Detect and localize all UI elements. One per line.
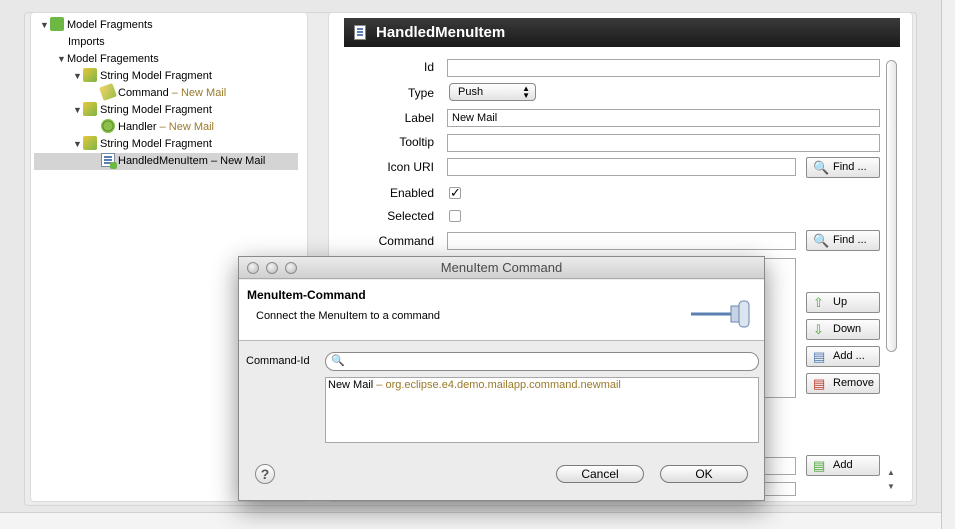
tooltip-label: Tooltip <box>399 135 434 149</box>
magnifier-icon: 🔍 <box>813 233 830 248</box>
editor-title: HandledMenuItem <box>376 24 506 41</box>
tree-node-string-fragment-1[interactable]: ▼ String Model Fragment <box>73 68 212 85</box>
list-item[interactable]: New Mail – org.eclipse.e4.demo.mailapp.c… <box>328 379 621 391</box>
add-list-icon: ▤ <box>813 349 826 364</box>
updown-arrows-icon: ▲ ▼ <box>522 84 530 100</box>
scroll-up-arrow-icon[interactable]: ▲ <box>887 468 895 477</box>
command-field[interactable] <box>447 232 796 250</box>
fragment-icon <box>83 102 97 116</box>
tree-label: Model Fragements <box>67 53 159 65</box>
tree-node-model-fragements[interactable]: ▼Model Fragements <box>57 51 159 68</box>
tree-label: Command <box>118 87 169 99</box>
dialog-heading: MenuItem-Command <box>247 288 366 302</box>
add-dots-button[interactable]: ▤ Add ... <box>806 346 880 367</box>
command-results-list[interactable]: New Mail – org.eclipse.e4.demo.mailapp.c… <box>325 377 759 443</box>
dialog-title: MenuItem Command <box>440 260 563 275</box>
tree-label: String Model Fragment <box>100 70 212 82</box>
tree-label: HandledMenuItem <box>118 155 208 167</box>
menu-item-icon <box>101 153 117 169</box>
type-select[interactable]: Push ▲ ▼ <box>449 83 536 101</box>
label-label: Label <box>404 111 434 125</box>
tree-node-handler[interactable]: Handler – New Mail <box>101 119 214 136</box>
fragment-icon <box>83 136 97 150</box>
tree-label: String Model Fragment <box>100 138 212 150</box>
enabled-checkbox[interactable]: ✓ <box>449 186 461 199</box>
help-button[interactable]: ? <box>255 464 275 484</box>
label-field[interactable]: New Mail <box>447 109 880 127</box>
expanded-triangle-icon[interactable]: ▼ <box>40 17 50 34</box>
tree-node-string-fragment-3[interactable]: ▼ String Model Fragment <box>73 136 212 153</box>
magnifier-icon: 🔍 <box>813 160 830 175</box>
window-edge <box>941 0 955 529</box>
gear-icon <box>101 119 115 133</box>
up-button[interactable]: ⇧ Up <box>806 292 880 313</box>
dialog-description: Connect the MenuItem to a command <box>256 310 441 322</box>
editor-scrollbar[interactable]: ▲ ▼ <box>885 58 899 494</box>
selected-label: Selected <box>387 209 434 223</box>
arrow-up-icon: ⇧ <box>813 295 824 310</box>
down-button[interactable]: ⇩ Down <box>806 319 880 340</box>
tree-sublabel: – New Mail <box>168 87 227 99</box>
tree-label: Model Fragments <box>67 19 153 31</box>
id-field[interactable] <box>447 59 880 77</box>
scrollbar-thumb[interactable] <box>886 60 897 352</box>
command-label: Command <box>378 234 434 248</box>
cancel-button[interactable]: Cancel <box>556 465 644 483</box>
expanded-triangle-icon[interactable]: ▼ <box>73 102 83 119</box>
menuitem-command-dialog: MenuItem Command MenuItem-Command Connec… <box>238 256 765 501</box>
icon-uri-label: Icon URI <box>387 160 434 174</box>
tree-node-string-fragment-2[interactable]: ▼ String Model Fragment <box>73 102 212 119</box>
tree-node-model-fragments[interactable]: ▼ Model Fragments <box>40 17 153 34</box>
dialog-title-bar: MenuItem Command <box>239 257 764 279</box>
ok-button[interactable]: OK <box>660 465 748 483</box>
menu-item-icon <box>354 25 366 40</box>
find-icon-button[interactable]: 🔍 Find ... <box>806 157 880 178</box>
command-id-label: Command-Id <box>246 355 310 367</box>
plug-connector-icon <box>691 300 750 328</box>
add-button[interactable]: ▤ Add <box>806 455 880 476</box>
search-icon: 🔍 <box>331 355 345 367</box>
type-value: Push <box>458 86 484 98</box>
selected-checkbox[interactable] <box>449 210 461 222</box>
tree-sublabel: – New Mail <box>156 121 214 133</box>
enabled-label: Enabled <box>389 186 434 200</box>
icon-uri-field[interactable] <box>447 158 796 176</box>
remove-list-icon: ▤ <box>813 376 826 391</box>
command-icon <box>99 83 117 101</box>
id-label: Id <box>423 60 434 74</box>
puzzle-icon <box>50 17 64 31</box>
tree-node-handled-menu-item[interactable]: HandledMenuItem – New Mail <box>34 153 298 170</box>
add-list-icon: ▤ <box>813 458 826 473</box>
find-command-button[interactable]: 🔍 Find ... <box>806 230 880 251</box>
close-window-button[interactable] <box>247 262 259 274</box>
type-label: Type <box>407 86 434 100</box>
tree-label: Handler <box>118 121 157 133</box>
expanded-triangle-icon[interactable]: ▼ <box>57 51 67 68</box>
tree-node-command[interactable]: Command – New Mail <box>99 83 227 102</box>
remove-button[interactable]: ▤ Remove <box>806 373 880 394</box>
dialog-banner: MenuItem-Command Connect the MenuItem to… <box>239 280 764 341</box>
tooltip-field[interactable] <box>447 134 880 152</box>
command-search-input[interactable]: 🔍 <box>325 352 759 371</box>
tree-label: Imports <box>68 36 105 48</box>
expanded-triangle-icon[interactable]: ▼ <box>73 136 83 153</box>
editor-title-bar: HandledMenuItem <box>344 18 900 47</box>
fragment-icon <box>83 68 97 82</box>
zoom-window-button[interactable] <box>285 262 297 274</box>
tree-label: String Model Fragment <box>100 104 212 116</box>
minimize-window-button[interactable] <box>266 262 278 274</box>
tree-node-imports[interactable]: Imports <box>68 34 105 51</box>
arrow-down-icon: ⇩ <box>813 322 824 337</box>
expanded-triangle-icon[interactable]: ▼ <box>73 68 83 85</box>
status-band <box>0 512 941 529</box>
tree-sublabel: – New Mail <box>207 155 266 167</box>
scroll-down-arrow-icon[interactable]: ▼ <box>887 482 895 491</box>
